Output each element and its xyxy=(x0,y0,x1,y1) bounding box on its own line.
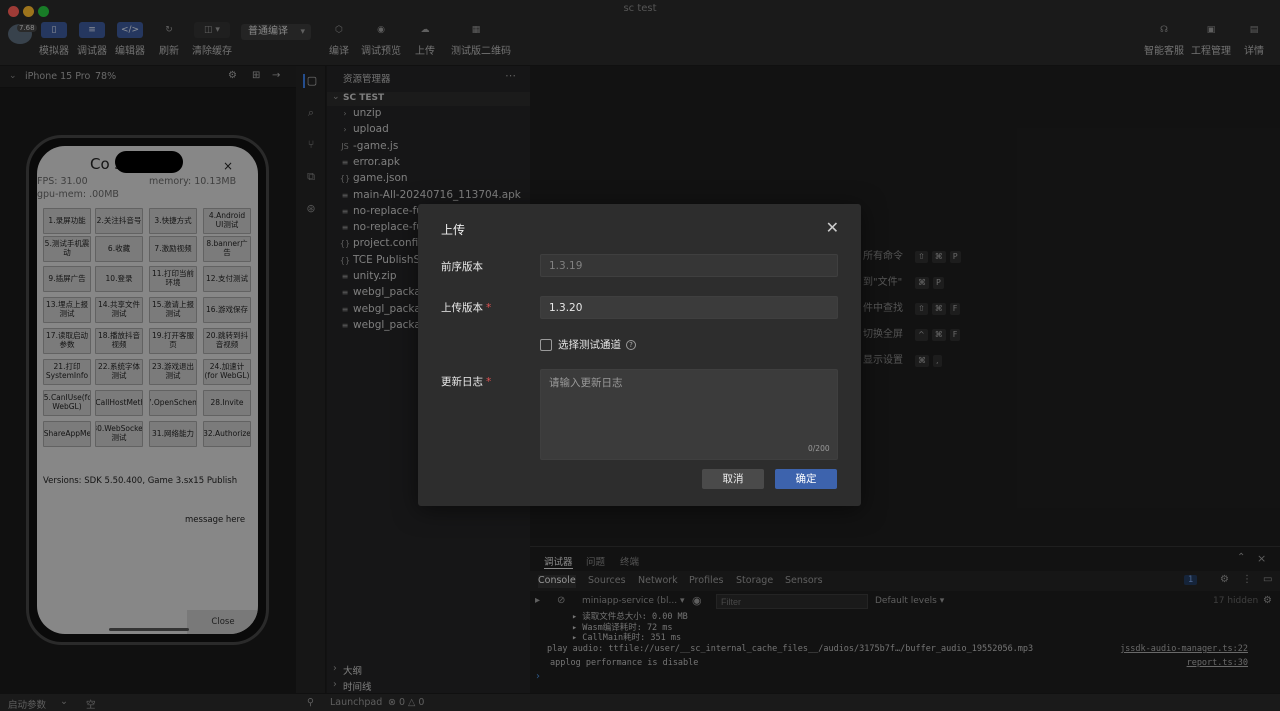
upload-dialog: 上传 ✕ 前序版本 上传版本* 选择测试通道 ? 更新日志* 0/200 取消 … xyxy=(418,204,861,506)
prev-version-input xyxy=(540,254,838,277)
devtools-window: sc test 7.68 ▯ 模拟器 ≡ 调试器 </> 编辑器 ↻ 刷新 ◫ ▾ 清除缓… xyxy=(0,0,1280,711)
update-log-textarea[interactable] xyxy=(540,369,838,460)
dialog-title: 上传 xyxy=(441,223,466,237)
upload-version-input[interactable] xyxy=(540,296,838,319)
close-icon[interactable]: ✕ xyxy=(826,218,839,237)
prev-version-label: 前序版本 xyxy=(441,261,483,273)
upload-version-label: 上传版本 * xyxy=(441,302,492,314)
required-mark: * xyxy=(486,376,492,388)
confirm-button[interactable]: 确定 xyxy=(775,469,837,489)
help-icon[interactable]: ? xyxy=(626,339,636,350)
dynamic-island xyxy=(115,151,183,173)
char-counter: 0/200 xyxy=(808,444,830,453)
cancel-button[interactable]: 取消 xyxy=(702,469,764,489)
update-log-label: 更新日志 * xyxy=(441,376,492,388)
test-channel-checkbox[interactable] xyxy=(540,338,552,351)
required-mark: * xyxy=(486,302,492,314)
test-channel-option[interactable]: 选择测试通道 ? xyxy=(540,337,636,352)
